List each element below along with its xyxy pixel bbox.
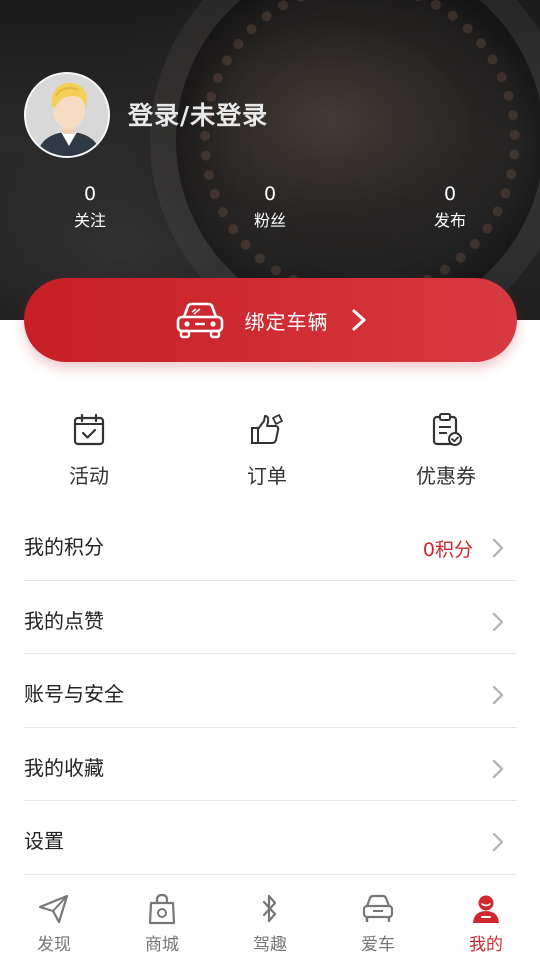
stat-followers-label: 粉丝 xyxy=(253,211,286,230)
user-icon xyxy=(473,895,499,923)
thumbs-up-icon xyxy=(251,414,283,444)
stat-following-count: 0 xyxy=(83,183,97,205)
calendar-check-icon xyxy=(73,413,105,446)
tab-me[interactable]: 我的 xyxy=(432,892,540,955)
tab-me-label: 我的 xyxy=(469,935,503,955)
menu-item-favorites-label: 我的收藏 xyxy=(24,755,104,780)
chevron-right-icon xyxy=(492,612,504,631)
menu-item-likes[interactable]: 我的点赞 xyxy=(24,581,517,654)
car-front-icon xyxy=(362,894,394,922)
bind-vehicle-button[interactable]: 绑定车辆 xyxy=(24,278,517,362)
menu-item-likes-label: 我的点赞 xyxy=(24,608,104,633)
chevron-right-icon xyxy=(352,309,365,331)
bluetooth-icon xyxy=(262,894,277,923)
stat-posts-label: 发布 xyxy=(433,211,466,230)
tab-discover[interactable]: 发现 xyxy=(0,892,108,955)
tab-my-car-label: 爱车 xyxy=(361,935,395,955)
settings-menu: 我的积分 0积分 我的点赞 账号与安全 我的收藏 设置 xyxy=(24,507,517,875)
menu-item-favorites[interactable]: 我的收藏 xyxy=(24,728,517,801)
car-icon xyxy=(176,302,223,339)
shopping-bag-icon xyxy=(148,893,176,925)
menu-item-points[interactable]: 我的积分 0积分 xyxy=(24,507,517,581)
stat-following[interactable]: 0 关注 xyxy=(30,182,150,234)
chevron-right-icon xyxy=(492,832,504,852)
quick-action-coupons[interactable]: 优惠券 xyxy=(371,412,521,489)
stat-posts-count: 0 xyxy=(443,183,457,205)
avatar-person-icon xyxy=(26,74,108,156)
quick-action-activities[interactable]: 活动 xyxy=(14,412,164,489)
quick-action-orders-label: 订单 xyxy=(247,464,287,488)
menu-item-account-security-label: 账号与安全 xyxy=(24,682,124,706)
menu-item-points-label: 我的积分 xyxy=(24,535,104,559)
bind-vehicle-label: 绑定车辆 xyxy=(244,309,329,334)
tab-mall[interactable]: 商城 xyxy=(108,892,216,955)
quick-action-activities-label: 活动 xyxy=(69,464,109,488)
points-value: 0积分 xyxy=(422,539,473,561)
paper-plane-icon xyxy=(38,894,69,924)
quick-action-coupons-label: 优惠券 xyxy=(416,464,476,488)
tab-discover-label: 发现 xyxy=(37,935,71,955)
chevron-right-icon xyxy=(492,685,504,705)
stat-following-label: 关注 xyxy=(73,211,106,230)
clipboard-check-icon xyxy=(432,413,462,446)
quick-action-orders[interactable]: 订单 xyxy=(192,412,342,489)
tab-drive-fun[interactable]: 驾趣 xyxy=(216,892,324,955)
menu-item-settings-label: 设置 xyxy=(24,829,64,853)
stat-followers[interactable]: 0 粉丝 xyxy=(210,182,330,234)
avatar[interactable] xyxy=(24,72,110,158)
stat-posts[interactable]: 0 发布 xyxy=(390,182,510,234)
chevron-right-icon xyxy=(492,759,504,778)
bottom-tab-bar: 发现 商城 驾趣 爱车 我的 xyxy=(0,880,540,960)
username[interactable]: 登录/未登录 xyxy=(128,96,268,132)
menu-item-settings[interactable]: 设置 xyxy=(24,801,517,875)
tab-my-car[interactable]: 爱车 xyxy=(324,892,432,955)
chevron-right-icon xyxy=(492,538,504,558)
menu-item-account-security[interactable]: 账号与安全 xyxy=(24,654,517,728)
profile-header: 登录/未登录 0 关注 0 粉丝 0 发布 xyxy=(0,0,540,320)
tab-mall-label: 商城 xyxy=(145,935,179,955)
stat-followers-count: 0 xyxy=(263,183,277,205)
tab-drive-fun-label: 驾趣 xyxy=(253,935,287,955)
